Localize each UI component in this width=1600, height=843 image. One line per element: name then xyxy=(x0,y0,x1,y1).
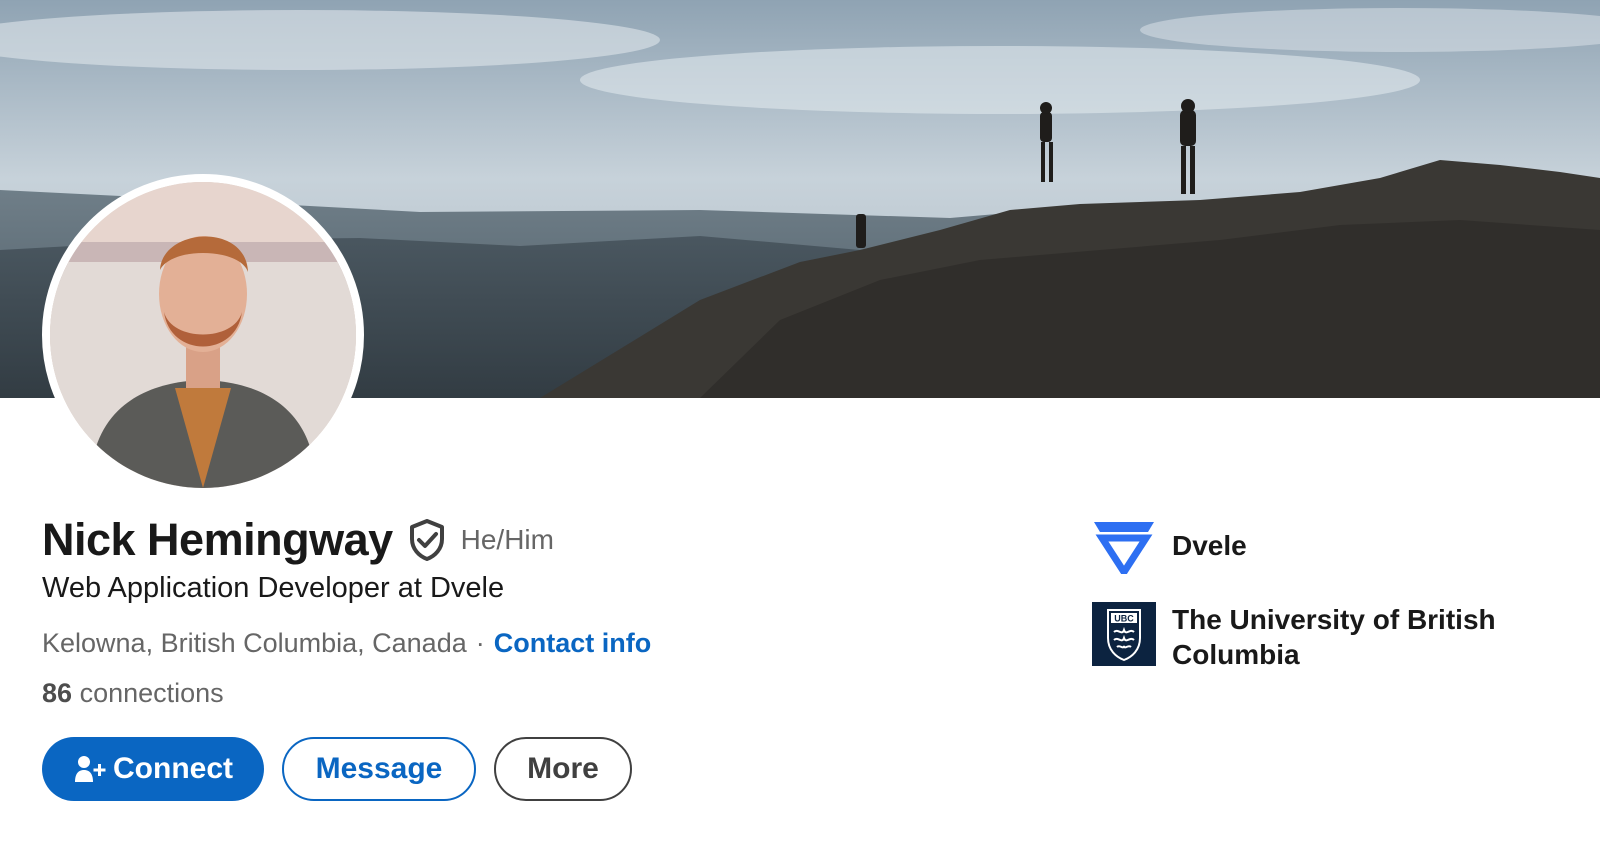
org-name-dvele: Dvele xyxy=(1172,530,1247,561)
separator-dot: · xyxy=(475,628,485,658)
ubc-logo-text: UBC xyxy=(1114,614,1134,624)
add-person-icon xyxy=(75,756,106,782)
pronouns: He/Him xyxy=(460,524,554,555)
org-name-ubc: The University of British Columbia xyxy=(1172,604,1496,670)
shield-check-icon[interactable] xyxy=(407,518,447,562)
profile-photo[interactable] xyxy=(42,174,364,496)
profile-actions: Connect Message More xyxy=(42,737,632,801)
location-row: Kelowna, British Columbia, Canada · Cont… xyxy=(42,628,651,659)
org-item-dvele[interactable]: Dvele xyxy=(1092,514,1572,578)
profile-location: Kelowna, British Columbia, Canada xyxy=(42,628,467,658)
connect-button[interactable]: Connect xyxy=(42,737,264,801)
connections-label: connections xyxy=(79,678,224,708)
connect-label: Connect xyxy=(113,752,233,785)
profile-name: Nick Hemingway xyxy=(42,514,393,565)
profile-headline: Web Application Developer at Dvele xyxy=(42,572,505,604)
org-list: Dvele UBC The University of British Colu… xyxy=(1092,514,1572,696)
ubc-logo: UBC xyxy=(1092,602,1156,666)
connections-count[interactable]: 86 connections xyxy=(42,678,224,709)
name-row: Nick Hemingway He/Him xyxy=(42,514,554,566)
contact-info-link[interactable]: Contact info xyxy=(494,628,651,659)
org-item-ubc[interactable]: UBC The University of British Columbia xyxy=(1092,602,1572,672)
more-button[interactable]: More xyxy=(494,737,632,801)
message-button[interactable]: Message xyxy=(282,737,476,801)
connections-number: 86 xyxy=(42,678,73,708)
dvele-logo xyxy=(1092,514,1156,578)
